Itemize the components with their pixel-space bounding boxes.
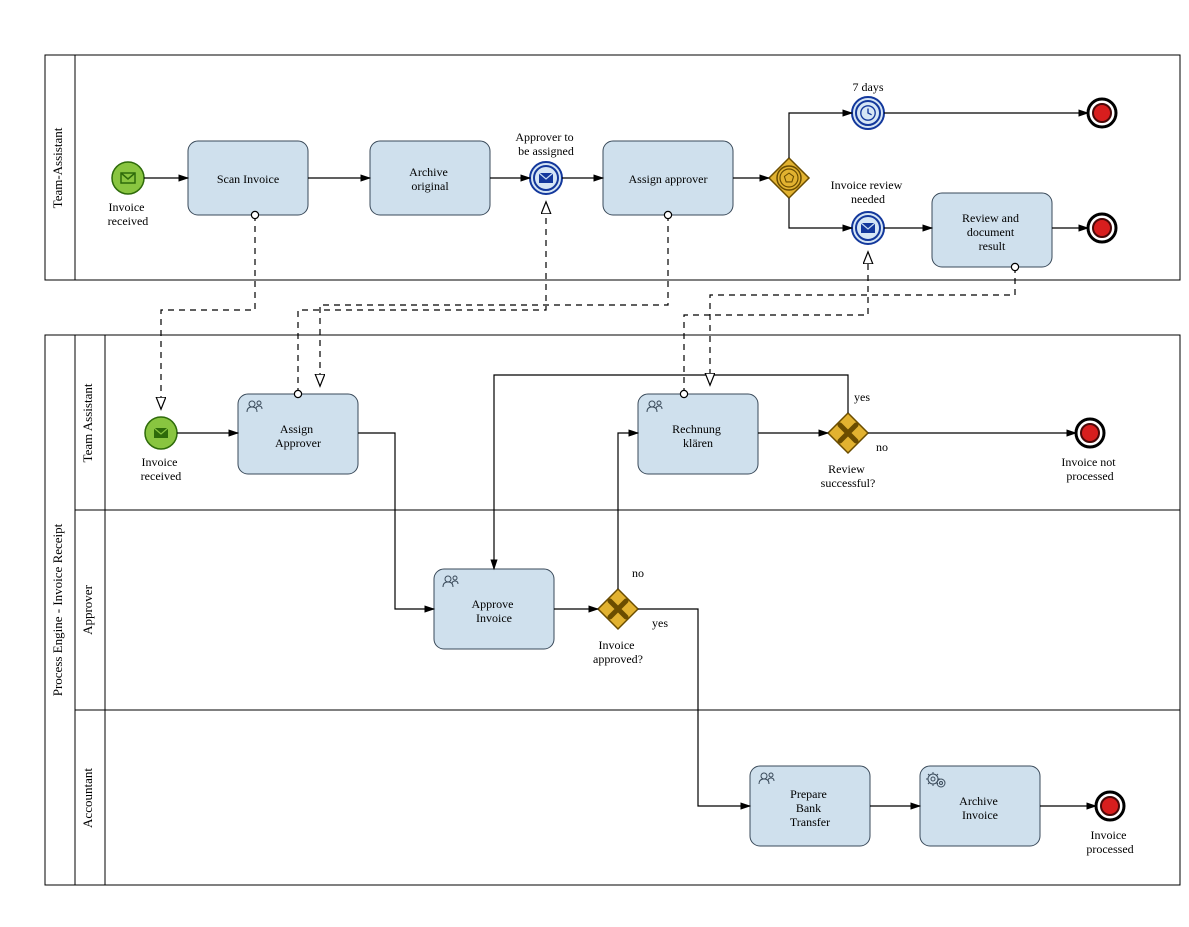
- label-no: no: [876, 440, 888, 454]
- task-assign-approver-bottom: Assign Approver: [238, 394, 358, 474]
- svg-text:Invoice received: Invoice received: [108, 200, 149, 228]
- svg-text:Approver: Approver: [80, 584, 95, 634]
- svg-text:Invoice approved?: Invoice approved?: [593, 638, 643, 666]
- task-review-document-result: Review and document result: [932, 193, 1052, 267]
- svg-text:Invoice processed: Invoice processed: [1086, 828, 1133, 856]
- svg-text:Approver to be assigned: Approver to be assigned: [515, 130, 576, 158]
- task-prepare-bank-transfer: Prepare Bank Transfer: [750, 766, 870, 846]
- pool-process-engine: Process Engine - Invoice Receipt: [45, 335, 75, 885]
- svg-text:Assign Approver: Assign Approver: [275, 422, 321, 450]
- label-yes: yes: [652, 616, 668, 630]
- svg-text:Team Assistant: Team Assistant: [80, 383, 95, 462]
- task-rechnung-klaeren: Rechnung klären: [638, 394, 758, 474]
- svg-text:Review successful?: Review successful?: [821, 462, 876, 490]
- svg-text:Invoice not processed: Invoice not processed: [1061, 455, 1118, 483]
- end-event-terminate-1: [1088, 99, 1116, 127]
- svg-text:7 days: 7 days: [853, 80, 884, 94]
- pool-label: Process Engine - Invoice Receipt: [50, 523, 65, 696]
- label-yes: yes: [854, 390, 870, 404]
- svg-text:Archive Invoice: Archive Invoice: [959, 794, 1001, 822]
- svg-text:Assign approver: Assign approver: [629, 172, 708, 186]
- bpmn-diagram: Team-Assistant Invoice received Scan Inv…: [20, 20, 1189, 907]
- end-event-terminate-2: [1088, 214, 1116, 242]
- label-no: no: [632, 566, 644, 580]
- event-timer-7-days: 7 days: [852, 80, 884, 129]
- task-approve-invoice: Approve Invoice: [434, 569, 554, 649]
- svg-text:Accountant: Accountant: [80, 768, 95, 828]
- task-assign-approver-top: Assign approver: [603, 141, 733, 215]
- svg-text:Scan Invoice: Scan Invoice: [217, 172, 279, 186]
- pool-label: Team-Assistant: [50, 127, 65, 208]
- svg-text:Invoice received: Invoice received: [141, 455, 182, 483]
- svg-text:Approve Invoice: Approve Invoice: [472, 597, 517, 625]
- svg-text:Prepare Bank Trans: Prepare Bank Transfer: [790, 787, 830, 829]
- task-archive-invoice: Archive Invoice: [920, 766, 1040, 846]
- task-archive-original: Archive original: [370, 141, 490, 215]
- svg-text:Archive original: Archive original: [409, 165, 451, 193]
- task-scan-invoice: Scan Invoice: [188, 141, 308, 215]
